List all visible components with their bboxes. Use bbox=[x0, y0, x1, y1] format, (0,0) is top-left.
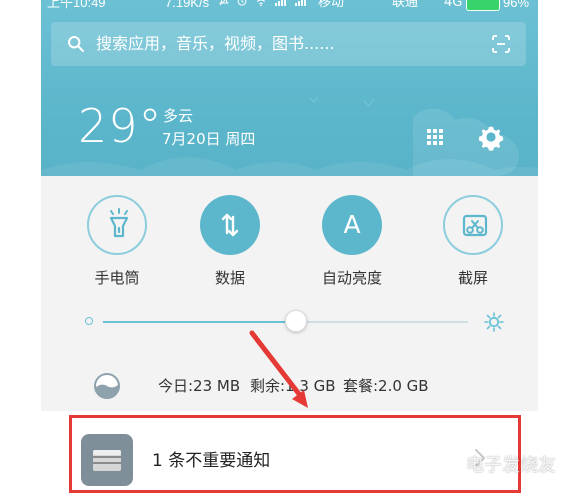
status-speed: 7.19K/s bbox=[165, 0, 210, 10]
auto-brightness-icon: A bbox=[343, 210, 360, 239]
flashlight-icon bbox=[109, 208, 129, 238]
signal-icon bbox=[274, 0, 288, 14]
screenshot-root: 上午10:49 7.19K/s 移动 联通 4G 96% 搜索应用，音乐，视频，… bbox=[0, 0, 576, 499]
brightness-fill bbox=[103, 321, 297, 323]
screenshot-toggle[interactable]: 截屏 bbox=[433, 195, 513, 295]
data-usage-plan: 套餐:2.0 GB bbox=[343, 377, 429, 395]
scan-icon[interactable] bbox=[491, 34, 511, 54]
data-usage-row[interactable]: 今日:23 MB 剩余:1.3 GB 套餐:2.0 GB bbox=[41, 357, 538, 411]
network-type: 4G bbox=[444, 0, 463, 10]
status-bar: 上午10:49 7.19K/s 移动 联通 4G 96% bbox=[41, 0, 538, 14]
mobile-data-toggle-circle[interactable] bbox=[200, 195, 260, 255]
mobile-data-toggle[interactable]: 数据 bbox=[190, 195, 270, 295]
carrier-label-secondary: 联通 bbox=[392, 0, 419, 10]
screenshot-toggle-circle[interactable] bbox=[443, 195, 503, 255]
data-usage-today: 今日:23 MB bbox=[158, 377, 241, 395]
data-usage-remaining: 剩余:1.3 GB bbox=[250, 377, 336, 395]
carrier-label-primary: 移动 bbox=[318, 0, 345, 10]
status-time: 上午10:49 bbox=[47, 0, 106, 10]
auto-brightness-symbol: A bbox=[343, 210, 360, 239]
flashlight-toggle[interactable]: 手电筒 bbox=[77, 195, 157, 295]
wifi-icon bbox=[254, 0, 268, 14]
flashlight-toggle-circle[interactable] bbox=[87, 195, 147, 255]
brightness-low-icon bbox=[85, 317, 93, 325]
alarm-icon bbox=[236, 0, 248, 14]
search-icon bbox=[68, 36, 84, 52]
screenshot-label: 截屏 bbox=[457, 269, 488, 287]
data-usage-icon bbox=[94, 373, 120, 399]
temperature: 29° bbox=[78, 99, 163, 153]
auto-brightness-label: 自动亮度 bbox=[321, 269, 382, 287]
brightness-thumb[interactable] bbox=[285, 310, 308, 332]
weather-date: 7月20日 周四 bbox=[162, 130, 256, 148]
auto-brightness-toggle-circle[interactable]: A bbox=[322, 195, 382, 255]
notification-text: 1 条不重要通知 bbox=[152, 451, 271, 471]
left-margin bbox=[0, 0, 41, 499]
search-bar[interactable]: 搜索应用，音乐，视频，图书...... bbox=[51, 22, 526, 66]
battery-icon bbox=[466, 0, 500, 11]
search-placeholder: 搜索应用，音乐，视频，图书...... bbox=[96, 34, 335, 53]
data-transfer-icon bbox=[221, 213, 239, 237]
signal-icon bbox=[294, 0, 308, 14]
grid-icon[interactable] bbox=[425, 127, 445, 147]
status-icons bbox=[218, 0, 308, 14]
right-margin bbox=[538, 0, 576, 499]
weather-condition: 多云 bbox=[163, 107, 194, 125]
chevron-right-icon bbox=[475, 449, 485, 467]
phone-screen: 上午10:49 7.19K/s 移动 联通 4G 96% 搜索应用，音乐，视频，… bbox=[41, 0, 538, 499]
notification-shade-header: 上午10:49 7.19K/s 移动 联通 4G 96% 搜索应用，音乐，视频，… bbox=[41, 0, 538, 176]
brightness-track[interactable] bbox=[103, 310, 468, 332]
quick-settings-panel: 手电筒 数据 A 自动亮度 截屏 bbox=[41, 176, 538, 357]
bell-mute-icon bbox=[218, 0, 230, 14]
auto-brightness-toggle[interactable]: A 自动亮度 bbox=[312, 195, 392, 295]
brightness-high-icon bbox=[484, 312, 504, 332]
unimportant-notification-row[interactable]: 1 条不重要通知 bbox=[41, 411, 538, 499]
notification-app-icon bbox=[81, 434, 133, 486]
brightness-slider[interactable] bbox=[85, 309, 505, 335]
mobile-data-label: 数据 bbox=[214, 269, 245, 287]
battery-percent: 96% bbox=[503, 0, 530, 10]
screenshot-icon bbox=[462, 214, 488, 237]
flashlight-label: 手电筒 bbox=[94, 269, 140, 287]
gear-icon[interactable] bbox=[476, 122, 506, 152]
